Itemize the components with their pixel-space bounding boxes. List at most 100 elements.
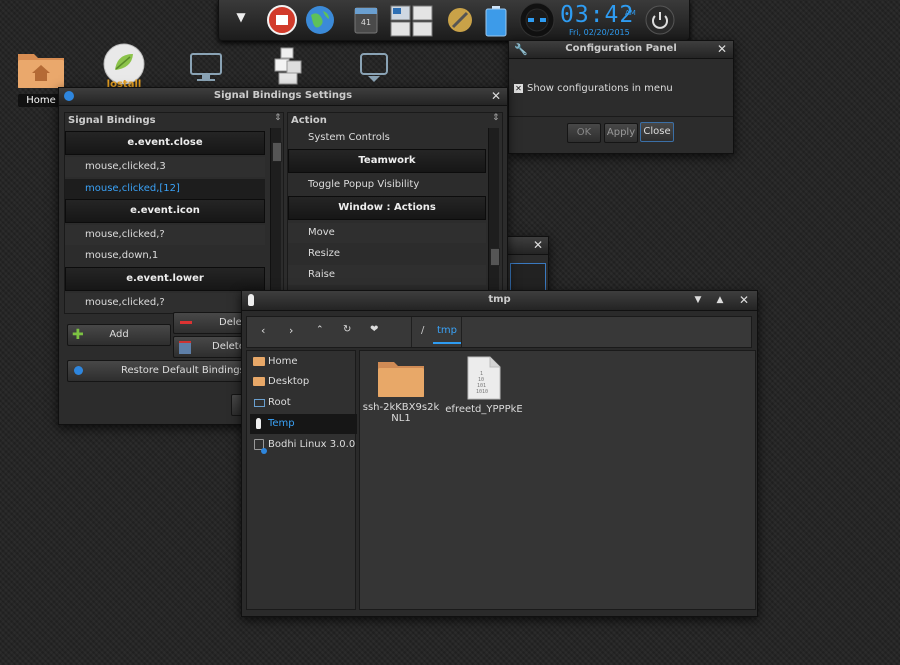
list-item[interactable]: Move [288,223,486,243]
restore-label: Restore Default Bindings [121,365,245,376]
close-icon[interactable]: ✕ [531,238,545,252]
minimize-icon[interactable]: ▼ [691,293,705,307]
add-label: Add [109,329,129,340]
shelf-battery[interactable] [481,5,511,37]
ok-button[interactable]: OK [567,123,601,143]
desktop-icon-label: Home [18,94,64,107]
temp-icon [256,418,261,429]
shelf-app-red[interactable] [267,5,297,35]
list-item[interactable]: Raise [288,265,486,285]
sidebar-item-label: Desktop [268,376,310,387]
sidebar-item-label: Root [268,397,291,408]
sidebar-item-root[interactable]: Root [250,393,357,413]
close-icon[interactable]: ✕ [489,89,503,103]
clock-time[interactable]: 03:42 [560,2,634,28]
titlebar[interactable]: Signal Bindings Settings ✕ [59,88,507,106]
titlebar[interactable]: tmp ▼ ▲ ✕ [242,291,757,311]
shelf-pager[interactable] [389,5,435,37]
separator [509,116,733,117]
forward-icon[interactable]: › [289,324,293,337]
close-icon[interactable]: ✕ [715,42,729,56]
shelf-app-browser[interactable] [305,5,335,35]
shelf-mixer[interactable] [519,2,555,38]
shelf-calendar[interactable]: 41 [353,5,383,35]
sidebar-item-label: Home [268,356,298,367]
sort-icon[interactable]: ⇕ [492,113,500,123]
list-item[interactable]: System Controls [288,128,486,148]
maximize-icon[interactable]: ▲ [713,293,727,307]
titlebar[interactable]: 🔧 Configuration Panel ✕ [509,41,733,59]
path-segment-tmp[interactable]: tmp [433,320,462,344]
toolbar-divider [461,317,462,347]
list-group-header: e.event.close [65,131,265,155]
action-list: System Controls Teamwork Toggle Popup Vi… [288,128,486,313]
trash-icon [179,341,191,354]
sidebar-item-label: Bodhi Linux 3.0.0 [268,439,356,450]
shelf-power-button[interactable] [645,5,675,35]
file-item[interactable]: 1 10 101 1010 efreetd_YPPPkE [442,355,526,415]
show-config-checkbox[interactable]: ✕ [514,84,523,93]
file-name: efreetd_YPPPkE [445,404,523,415]
list-group-header: e.event.icon [65,199,265,223]
refresh-icon[interactable]: ↻ [343,324,351,335]
file-view: ssh-2kKBX9s2k NL1 1 10 101 1010 efreetd_… [359,350,756,610]
back-icon[interactable]: ‹ [261,324,265,337]
scrollbar-thumb[interactable] [272,142,282,162]
desktop-icon-lostall[interactable]: lostall [100,42,148,91]
scrollbar[interactable] [270,128,282,313]
desktop-icon-drive[interactable] [356,52,392,87]
add-button[interactable]: ✚ Add [67,324,171,346]
list-group-header: Window : Actions [288,196,486,220]
bookmark-heart-icon[interactable]: ❤ [370,324,378,335]
root-drive-icon [254,399,265,407]
list-item[interactable]: Toggle Popup Visibility [288,175,486,195]
delete-label: Dele [219,317,242,328]
list-item[interactable]: mouse,clicked,3 [65,157,265,177]
plus-icon: ✚ [72,327,84,343]
scrollbar-thumb[interactable] [490,248,500,266]
signal-bindings-list: e.event.close mouse,clicked,3 mouse,clic… [65,128,265,313]
sidebar-item-temp[interactable]: Temp [250,414,357,434]
restore-icon [74,366,83,375]
folder-icon [378,362,424,397]
delete-all-label: Delete [212,341,245,352]
desktop-icon-boxes[interactable] [270,46,306,89]
close-button[interactable]: Close [640,122,674,142]
restore-defaults-button[interactable]: Restore Default Bindings [67,360,249,382]
monitor-icon [190,53,222,81]
boxes-icon [274,47,302,85]
sidebar-item-bodhi[interactable]: Bodhi Linux 3.0.0 [250,435,357,455]
pager-icon [390,5,433,37]
desktop-icon-monitor[interactable] [188,52,224,87]
toolbar: ‹ › ⌃ ↻ ❤ / tmp [246,316,752,348]
list-item[interactable]: mouse,clicked,? [65,225,265,245]
file-manager-window: tmp ▼ ▲ ✕ ‹ › ⌃ ↻ ❤ / tmp Home Desktop R… [241,290,758,617]
apply-button[interactable]: Apply [604,123,638,143]
list-item[interactable]: mouse,clicked,? [65,293,265,313]
window-preview [510,263,546,291]
desktop-folder-icon [253,377,265,386]
scrollbar[interactable] [488,128,500,313]
sort-icon[interactable]: ⇕ [274,113,282,123]
titlebar[interactable]: ✕ [506,237,548,255]
power-icon [645,5,675,35]
sidebar-item-label: Temp [268,418,295,429]
configuration-panel-window: 🔧 Configuration Panel ✕ ✕ Show configura… [508,40,734,154]
window-title: Signal Bindings Settings [213,90,353,101]
list-item-selected[interactable]: mouse,clicked,[12] [65,179,265,199]
signal-bindings-frame: Signal Bindings ⇕ e.event.close mouse,cl… [64,112,284,314]
shelf-menu-chevron-icon[interactable]: ▼ [231,10,251,30]
signal-bindings-header: Signal Bindings [68,115,156,126]
list-item[interactable]: Resize [288,244,486,264]
close-icon[interactable]: ✕ [737,293,751,307]
home-folder-icon [18,54,64,88]
toolbar-divider [411,317,412,347]
file-item[interactable]: ssh-2kKBX9s2k NL1 [362,357,440,424]
up-icon[interactable]: ⌃ [316,325,324,335]
sidebar-item-desktop[interactable]: Desktop [250,372,357,392]
list-item[interactable]: mouse,down,1 [65,246,265,266]
sidebar-item-home[interactable]: Home [250,352,357,372]
shelf-app-tools[interactable] [445,5,475,35]
action-frame: Action ⇕ System Controls Teamwork Toggle… [287,112,503,314]
action-header: Action [291,115,327,126]
